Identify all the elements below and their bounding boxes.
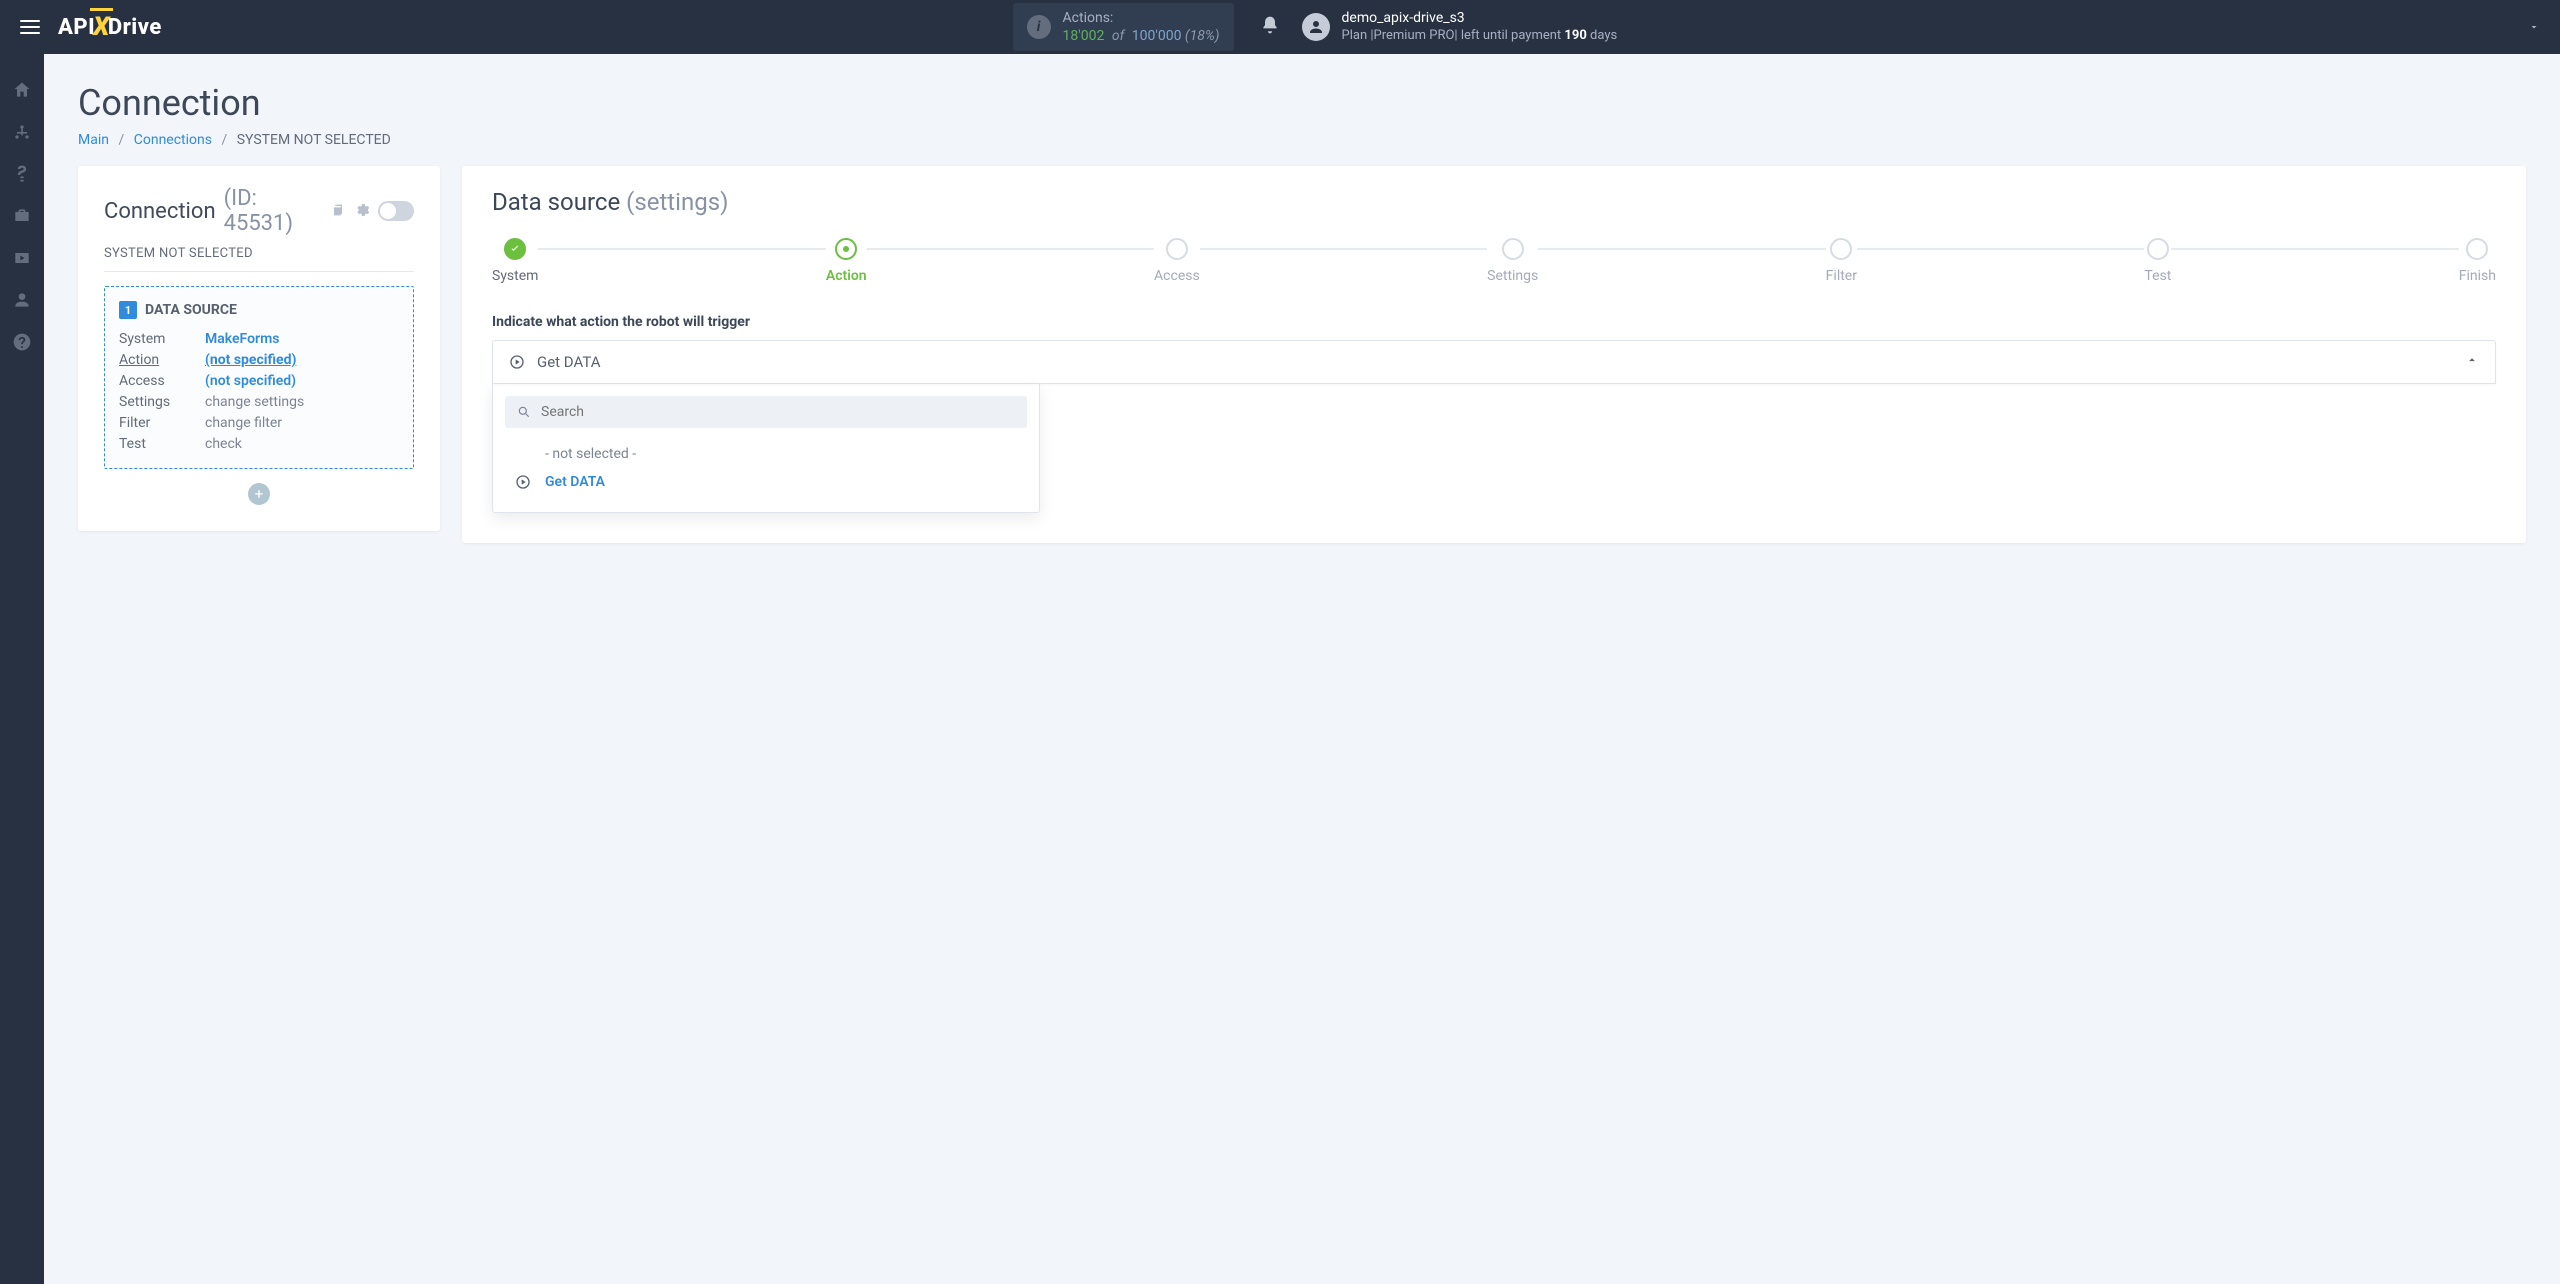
ds-system-link[interactable]: MakeForms — [205, 331, 279, 347]
connections-icon[interactable] — [12, 122, 32, 142]
action-select-trigger[interactable]: Get DATA — [492, 340, 2496, 384]
breadcrumb-current: SYSTEM NOT SELECTED — [237, 132, 391, 148]
ds-filter-link[interactable]: change filter — [205, 415, 282, 431]
step-access[interactable]: Access — [1154, 238, 1200, 284]
notifications-icon[interactable] — [1260, 15, 1280, 39]
connection-title: Connection — [104, 199, 216, 224]
connection-id: (ID: 45531) — [224, 186, 322, 236]
chevron-up-icon — [2465, 353, 2479, 371]
step-test[interactable]: Test — [2144, 238, 2171, 284]
data-source-card[interactable]: 1 DATA SOURCE SystemMakeForms Action(not… — [104, 286, 414, 469]
logo-x-icon: X — [93, 12, 110, 42]
user-text: demo_apix-drive_s3 Plan |Premium PRO| le… — [1342, 9, 1618, 44]
search-icon — [517, 405, 531, 419]
ds-action-link[interactable]: (not specified) — [205, 352, 296, 368]
help-icon[interactable] — [12, 332, 32, 352]
page-title: Connection — [78, 82, 2526, 124]
ds-rows: SystemMakeForms Action(not specified) Ac… — [119, 331, 399, 452]
actions-values: 18'002 of 100'000 (18%) — [1063, 27, 1220, 45]
play-icon — [509, 354, 525, 370]
step-finish[interactable]: Finish — [2459, 238, 2496, 284]
user-icon[interactable] — [12, 290, 32, 310]
action-select: Get DATA - not selected - Get DATA — [492, 340, 2496, 513]
user-plan: Plan |Premium PRO| left until payment 19… — [1342, 28, 1618, 45]
settings-panel: Data source (settings) System Action Acc… — [462, 166, 2526, 543]
option-get-data[interactable]: Get DATA — [505, 468, 1027, 496]
ds-row-system: SystemMakeForms — [119, 331, 399, 347]
step-filter[interactable]: Filter — [1826, 238, 1857, 284]
ds-row-action: Action(not specified) — [119, 352, 399, 368]
connection-toggle[interactable] — [378, 201, 414, 221]
copy-icon[interactable] — [330, 199, 346, 224]
ds-row-access: Access(not specified) — [119, 373, 399, 389]
briefcase-icon[interactable] — [12, 206, 32, 226]
connection-subtitle: SYSTEM NOT SELECTED — [104, 246, 414, 272]
step-dot-done — [504, 238, 526, 260]
breadcrumb-main[interactable]: Main — [78, 132, 109, 148]
data-source-header: 1 DATA SOURCE — [119, 301, 399, 319]
play-icon — [515, 474, 531, 490]
actions-counter[interactable]: i Actions: 18'002 of 100'000 (18%) — [1013, 3, 1234, 51]
ds-title: DATA SOURCE — [145, 302, 237, 318]
connection-header: Connection (ID: 45531) — [104, 186, 414, 236]
logo-left: API — [58, 15, 95, 40]
ds-settings-link[interactable]: change settings — [205, 394, 304, 410]
search-input[interactable] — [541, 404, 1015, 420]
user-menu[interactable]: demo_apix-drive_s3 Plan |Premium PRO| le… — [1302, 9, 1618, 44]
logo[interactable]: API X Drive — [58, 12, 162, 42]
chevron-down-icon[interactable] — [2468, 18, 2540, 37]
step-action[interactable]: Action — [826, 238, 867, 284]
breadcrumb: Main / Connections / SYSTEM NOT SELECTED — [78, 132, 2526, 148]
user-name: demo_apix-drive_s3 — [1342, 9, 1618, 27]
ds-test-link[interactable]: check — [205, 436, 242, 452]
menu-icon[interactable] — [20, 20, 40, 34]
step-system[interactable]: System — [492, 238, 538, 284]
add-destination-button[interactable]: + — [248, 483, 270, 505]
gear-icon[interactable] — [354, 199, 370, 224]
video-icon[interactable] — [12, 248, 32, 268]
actions-text: Actions: 18'002 of 100'000 (18%) — [1063, 9, 1220, 45]
home-icon[interactable] — [12, 80, 32, 100]
actions-label: Actions: — [1063, 9, 1220, 27]
stepper: System Action Access Settings Filter Tes… — [492, 238, 2496, 284]
option-not-selected[interactable]: - not selected - — [505, 440, 1027, 468]
connection-panel: Connection (ID: 45531) SYSTEM NOT SELECT… — [78, 166, 440, 531]
ds-badge: 1 — [119, 301, 137, 319]
select-value: Get DATA — [537, 353, 601, 371]
ds-access-link[interactable]: (not specified) — [205, 373, 296, 389]
billing-icon[interactable] — [12, 164, 32, 184]
ds-row-settings: Settingschange settings — [119, 394, 399, 410]
content: Connection Main / Connections / SYSTEM N… — [44, 54, 2560, 571]
search-wrap[interactable] — [505, 396, 1027, 428]
logo-right: Drive — [108, 15, 162, 40]
avatar-icon — [1302, 13, 1330, 41]
info-icon: i — [1027, 15, 1051, 39]
action-dropdown: - not selected - Get DATA — [492, 384, 1040, 513]
ds-row-filter: Filterchange filter — [119, 415, 399, 431]
panel-title: Data source (settings) — [492, 188, 2496, 216]
sidebar — [0, 54, 44, 1284]
top-bar: API X Drive i Actions: 18'002 of 100'000… — [0, 0, 2560, 54]
action-section-label: Indicate what action the robot will trig… — [492, 314, 2496, 330]
ds-row-test: Testcheck — [119, 436, 399, 452]
breadcrumb-connections[interactable]: Connections — [134, 132, 212, 148]
step-settings[interactable]: Settings — [1487, 238, 1538, 284]
